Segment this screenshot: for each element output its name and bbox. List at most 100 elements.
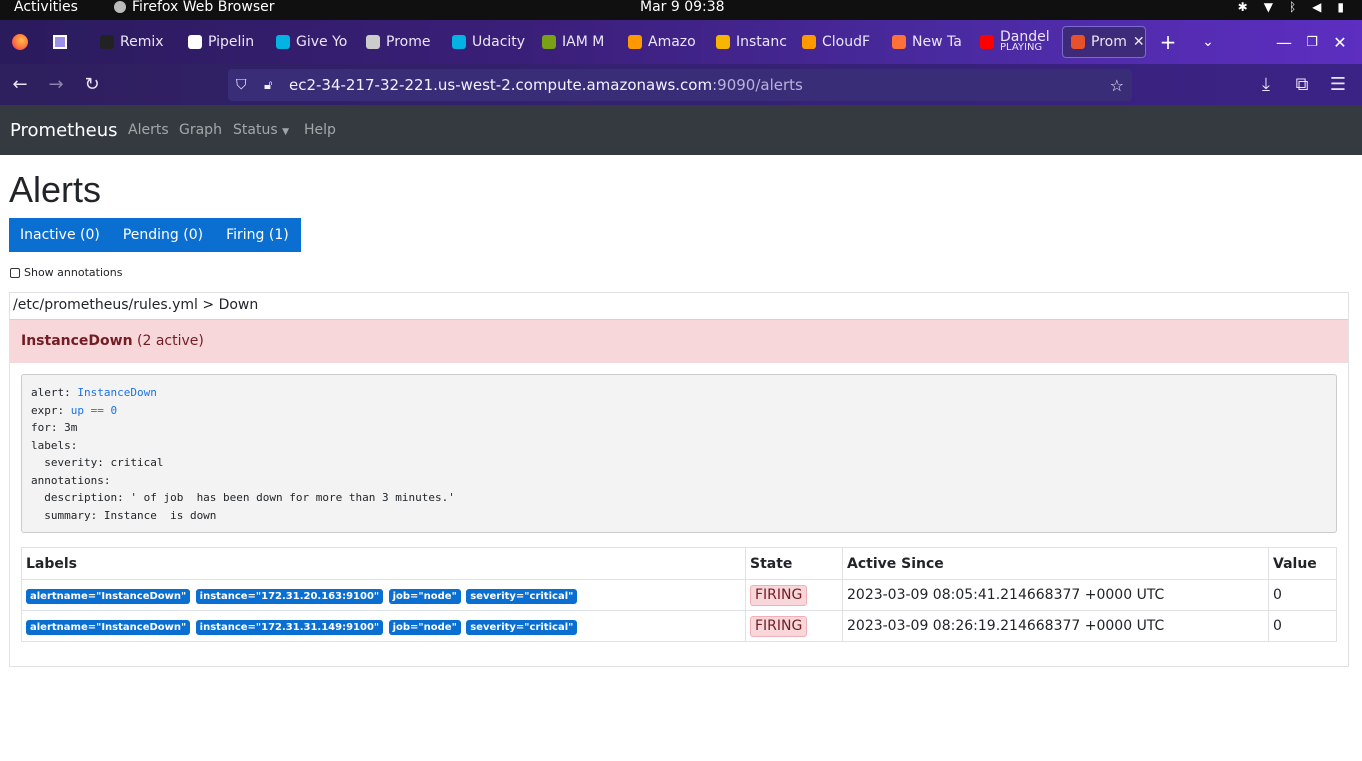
aws-cube-icon <box>802 35 816 49</box>
nav-help[interactable]: Help <box>304 122 336 138</box>
show-annotations-toggle[interactable]: Show annotations <box>10 266 122 279</box>
extensions-icon[interactable]: ⧉ <box>1290 72 1314 96</box>
rule-group-card: /etc/prometheus/rules.yml > Down Instanc… <box>9 292 1349 667</box>
rule-name: InstanceDown <box>21 333 133 349</box>
filter-inactive-button[interactable]: Inactive (0) <box>9 218 112 252</box>
aws-cube-icon <box>628 35 642 49</box>
new-tab-button[interactable]: + <box>1148 20 1188 64</box>
nav-graph[interactable]: Graph <box>179 122 222 138</box>
tab-label: Give Yo <box>296 34 348 50</box>
tab-label: Prome <box>386 34 431 50</box>
circleci-icon <box>188 35 202 49</box>
active-since-cell: 2023-03-09 08:26:19.214668377 +0000 UTC <box>842 610 1269 642</box>
tab-strip: Remix Pipelin Give Yo Prome Udacity IAM M Amaz… <box>0 20 1362 64</box>
tab-active[interactable]: Prom ✕ <box>1062 26 1146 58</box>
tab[interactable]: Instanc <box>716 26 792 58</box>
volume-icon[interactable]: ◀ <box>1312 0 1321 14</box>
tab-label: Udacity <box>472 34 526 50</box>
tab-label: IAM M <box>562 34 605 50</box>
tab-sublabel: PLAYING <box>1000 42 1043 53</box>
close-tab-icon[interactable]: ✕ <box>1133 34 1145 50</box>
filter-firing-button[interactable]: Firing (1) <box>215 218 301 252</box>
tab[interactable]: IAM M <box>542 26 618 58</box>
app-menu[interactable]: Firefox Web Browser <box>114 0 275 14</box>
tab-label: Remix <box>120 34 164 50</box>
alert-name-link[interactable]: InstanceDown <box>77 386 156 399</box>
ec2-icon <box>716 35 730 49</box>
label-badge: instance="172.31.20.163:9100" <box>195 588 384 604</box>
col-state: State <box>745 547 843 580</box>
lock-icon[interactable]: 🔓︎ <box>264 78 272 93</box>
tab-label: Instanc <box>736 34 787 50</box>
list-all-tabs-button[interactable]: ⌄ <box>1188 20 1228 64</box>
expr-link[interactable]: up == 0 <box>71 404 117 417</box>
url-bar[interactable]: ⛉ 🔓︎ ec2-34-217-32-221.us-west-2.compute… <box>228 69 1132 101</box>
activities-button[interactable]: Activities <box>14 0 78 14</box>
shield-icon[interactable]: ⛉ <box>236 77 247 93</box>
close-window-button[interactable]: ✕ <box>1320 20 1360 64</box>
tab[interactable]: Pipelin <box>188 26 268 58</box>
filter-pending-button[interactable]: Pending (0) <box>111 218 216 252</box>
clock[interactable]: Mar 9 09:38 <box>640 0 725 14</box>
col-labels: Labels <box>21 547 746 580</box>
tab-label: Amazo <box>648 34 696 50</box>
reload-button[interactable]: ↻ <box>80 72 104 96</box>
tab-label: Prom <box>1091 34 1127 50</box>
tab-label: Pipelin <box>208 34 255 50</box>
forward-button[interactable]: → <box>44 72 68 96</box>
firefox-view-icon[interactable] <box>0 20 40 64</box>
label-badge: alertname="InstanceDown" <box>26 619 191 635</box>
key-icon <box>542 35 556 49</box>
tab[interactable]: Prome <box>366 26 442 58</box>
active-since-cell: 2023-03-09 08:05:41.214668377 +0000 UTC <box>842 579 1269 611</box>
state-cell: FIRING <box>745 610 843 642</box>
label-badge: job="node" <box>388 619 461 635</box>
bookmark-star-icon[interactable]: ☆ <box>1110 76 1124 95</box>
downloads-icon[interactable]: ⤓ <box>1254 72 1278 96</box>
tab[interactable]: Remix <box>100 26 170 58</box>
nav-status-dropdown[interactable]: Status ▼ <box>233 122 289 138</box>
back-button[interactable]: ← <box>8 72 32 96</box>
app-name: Firefox Web Browser <box>132 0 275 15</box>
active-count: (2 active) <box>137 333 204 349</box>
tab-label: CloudF <box>822 34 871 50</box>
tab[interactable]: CloudF <box>802 26 882 58</box>
labels-cell: alertname="InstanceDown" instance="172.3… <box>21 610 746 642</box>
system-tray[interactable]: ✱ ▼ ᛒ ◀ ▮ <box>1238 0 1344 14</box>
udacity-icon <box>276 35 290 49</box>
tab[interactable]: Amazo <box>628 26 704 58</box>
tab[interactable]: Udacity <box>452 26 532 58</box>
label-badge: severity="critical" <box>466 588 578 604</box>
state-cell: FIRING <box>745 579 843 611</box>
show-annotations-checkbox[interactable] <box>10 267 20 278</box>
tab[interactable]: Give Yo <box>276 26 356 58</box>
tab-label: New Ta <box>912 34 962 50</box>
youtube-music-icon <box>980 35 994 49</box>
rule-group-path: /etc/prometheus/rules.yml > Down <box>13 297 259 313</box>
battery-icon[interactable]: ▮ <box>1337 0 1344 14</box>
tab[interactable]: Dandel PLAYING <box>980 26 1050 58</box>
prometheus-icon <box>1071 35 1085 49</box>
label-badge: alertname="InstanceDown" <box>26 588 191 604</box>
nav-alerts[interactable]: Alerts <box>128 122 169 138</box>
table-row: alertname="InstanceDown" instance="172.3… <box>21 579 1337 611</box>
slack-tray-icon[interactable]: ✱ <box>1238 0 1248 14</box>
remix-icon <box>100 35 114 49</box>
label-badge: job="node" <box>388 588 461 604</box>
system-top-bar: Activities Firefox Web Browser Mar 9 09:… <box>0 0 1362 20</box>
menu-icon[interactable]: ☰ <box>1326 72 1350 96</box>
value-cell: 0 <box>1268 579 1337 611</box>
bluetooth-icon[interactable]: ᛒ <box>1289 0 1296 14</box>
brand-link[interactable]: Prometheus <box>10 120 118 141</box>
prometheus-navbar: Prometheus Alerts Graph Status ▼ Help <box>0 105 1362 155</box>
state-badge: FIRING <box>750 584 808 606</box>
tab-list-button[interactable] <box>40 20 80 64</box>
col-value: Value <box>1268 547 1337 580</box>
url-text[interactable]: ec2-34-217-32-221.us-west-2.compute.amaz… <box>289 76 803 94</box>
wifi-icon[interactable]: ▼ <box>1264 0 1273 14</box>
table-row: alertname="InstanceDown" instance="172.3… <box>21 610 1337 642</box>
udacity-icon <box>452 35 466 49</box>
col-active-since: Active Since <box>842 547 1269 580</box>
rule-header[interactable]: InstanceDown (2 active) <box>10 319 1348 363</box>
tab[interactable]: New Ta <box>892 26 968 58</box>
